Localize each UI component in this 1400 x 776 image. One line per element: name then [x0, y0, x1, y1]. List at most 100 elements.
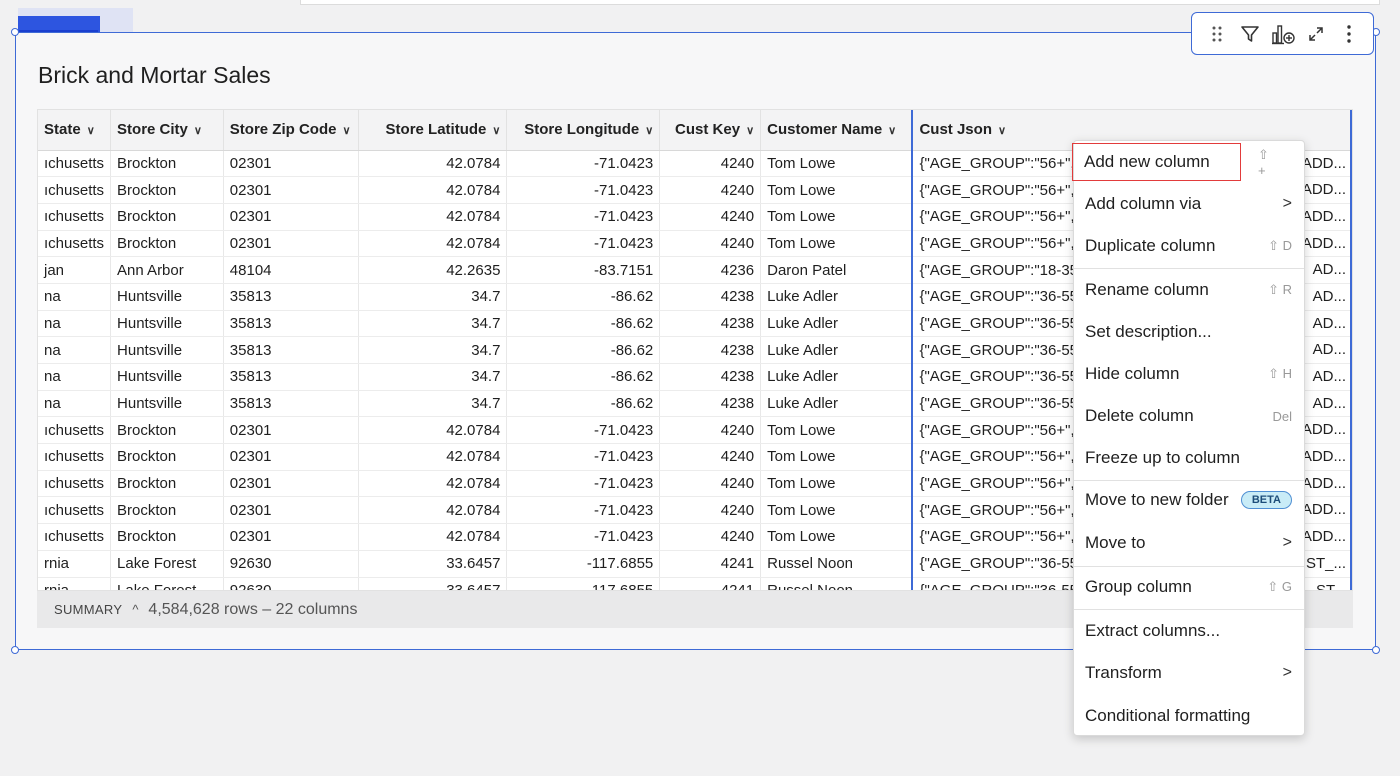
chevron-down-icon[interactable]: ∨: [87, 125, 95, 137]
table-cell[interactable]: -86.62: [506, 363, 661, 391]
menu-item-group-column[interactable]: Group column ⇧ G: [1074, 569, 1304, 605]
table-cell[interactable]: -86.62: [506, 283, 661, 311]
table-cell[interactable]: -86.62: [506, 336, 661, 364]
table-cell[interactable]: 02301: [223, 443, 359, 471]
table-cell[interactable]: na: [38, 310, 112, 338]
table-cell[interactable]: -117.6855: [506, 577, 661, 590]
table-cell[interactable]: Lake Forest: [110, 577, 224, 590]
table-cell[interactable]: ıchusetts: [38, 176, 112, 204]
resize-handle-bl[interactable]: [11, 646, 19, 654]
menu-item-transform[interactable]: Transform >: [1074, 655, 1304, 691]
table-cell[interactable]: 02301: [223, 176, 359, 204]
table-cell[interactable]: 4236: [659, 256, 762, 284]
table-cell[interactable]: 33.6457: [358, 577, 508, 590]
table-cell[interactable]: Huntsville: [110, 336, 224, 364]
table-cell[interactable]: 42.0784: [358, 203, 508, 231]
table-cell[interactable]: na: [38, 336, 112, 364]
menu-item-set-description[interactable]: Set description...: [1074, 314, 1304, 350]
table-cell[interactable]: ıchusetts: [38, 230, 112, 258]
table-cell[interactable]: Luke Adler: [760, 390, 913, 418]
chevron-down-icon[interactable]: ∨: [888, 125, 896, 137]
table-cell[interactable]: na: [38, 363, 112, 391]
table-cell[interactable]: ıchusetts: [38, 203, 112, 231]
table-cell[interactable]: 35813: [223, 310, 359, 338]
table-cell[interactable]: 02301: [223, 230, 359, 258]
table-cell[interactable]: 02301: [223, 150, 359, 178]
table-cell[interactable]: 33.6457: [358, 550, 508, 578]
table-cell[interactable]: 34.7: [358, 336, 508, 364]
chevron-down-icon[interactable]: ∨: [342, 125, 350, 137]
add-chart-icon[interactable]: [1269, 20, 1297, 48]
table-cell[interactable]: 34.7: [358, 283, 508, 311]
table-cell[interactable]: Daron Patel: [760, 256, 913, 284]
table-cell[interactable]: 42.0784: [358, 496, 508, 525]
table-cell[interactable]: 42.0784: [358, 523, 508, 551]
table-cell[interactable]: Tom Lowe: [760, 203, 913, 231]
table-cell[interactable]: Tom Lowe: [760, 416, 913, 445]
table-cell[interactable]: Tom Lowe: [760, 523, 913, 551]
column-header-store-longitude[interactable]: Store Longitude ∨: [506, 110, 661, 151]
table-cell[interactable]: Brockton: [110, 416, 224, 445]
menu-item-add-new-column[interactable]: Add new column ⇧ +: [1072, 143, 1269, 181]
table-cell[interactable]: na: [38, 283, 112, 311]
table-cell[interactable]: Brockton: [110, 496, 224, 525]
chevron-down-icon[interactable]: ∨: [194, 125, 202, 137]
table-cell[interactable]: 4241: [659, 550, 762, 578]
table-cell[interactable]: -71.0423: [506, 203, 661, 231]
table-cell[interactable]: Tom Lowe: [760, 230, 913, 258]
table-cell[interactable]: rnia: [38, 577, 112, 590]
table-cell[interactable]: 34.7: [358, 310, 508, 338]
table-cell[interactable]: ıchusetts: [38, 523, 112, 551]
table-cell[interactable]: Brockton: [110, 470, 224, 498]
menu-item-rename-column[interactable]: Rename column ⇧ R: [1074, 272, 1304, 308]
table-cell[interactable]: 42.0784: [358, 176, 508, 204]
table-cell[interactable]: Luke Adler: [760, 336, 913, 364]
table-cell[interactable]: 42.0784: [358, 470, 508, 498]
table-cell[interactable]: 02301: [223, 523, 359, 551]
tab-indicator[interactable]: [18, 8, 133, 34]
table-cell[interactable]: Huntsville: [110, 310, 224, 338]
table-cell[interactable]: Brockton: [110, 230, 224, 258]
table-cell[interactable]: 42.0784: [358, 443, 508, 471]
table-cell[interactable]: 4240: [659, 176, 762, 204]
table-cell[interactable]: -71.0423: [506, 176, 661, 204]
filter-icon[interactable]: [1236, 20, 1264, 48]
table-cell[interactable]: Tom Lowe: [760, 176, 913, 204]
table-cell[interactable]: 35813: [223, 363, 359, 391]
table-cell[interactable]: 92630: [223, 577, 359, 590]
table-cell[interactable]: ıchusetts: [38, 150, 112, 178]
expand-icon[interactable]: [1302, 20, 1330, 48]
table-cell[interactable]: ıchusetts: [38, 443, 112, 471]
column-header-customer-name[interactable]: Customer Name ∨: [760, 110, 913, 151]
menu-item-duplicate-column[interactable]: Duplicate column ⇧ D: [1074, 228, 1304, 264]
resize-handle-tl[interactable]: [11, 28, 19, 36]
table-cell[interactable]: Tom Lowe: [760, 443, 913, 471]
menu-item-extract-columns[interactable]: Extract columns...: [1074, 613, 1304, 649]
table-cell[interactable]: 42.0784: [358, 150, 508, 178]
chevron-down-icon[interactable]: ∨: [492, 125, 500, 137]
table-cell[interactable]: ıchusetts: [38, 496, 112, 525]
table-cell[interactable]: -83.7151: [506, 256, 661, 284]
table-cell[interactable]: Tom Lowe: [760, 470, 913, 498]
table-cell[interactable]: 35813: [223, 336, 359, 364]
table-cell[interactable]: 02301: [223, 470, 359, 498]
table-cell[interactable]: 4238: [659, 283, 762, 311]
column-header-cust-key[interactable]: Cust Key ∨: [659, 110, 762, 151]
table-cell[interactable]: 35813: [223, 283, 359, 311]
table-cell[interactable]: Huntsville: [110, 363, 224, 391]
element-title[interactable]: Brick and Mortar Sales: [38, 62, 271, 89]
table-cell[interactable]: 4240: [659, 203, 762, 231]
table-cell[interactable]: ıchusetts: [38, 470, 112, 498]
table-cell[interactable]: Luke Adler: [760, 310, 913, 338]
table-cell[interactable]: Russel Noon: [760, 550, 913, 578]
table-cell[interactable]: rnia: [38, 550, 112, 578]
table-cell[interactable]: 02301: [223, 416, 359, 445]
table-cell[interactable]: -71.0423: [506, 150, 661, 178]
chevron-up-icon[interactable]: ^: [132, 602, 138, 617]
table-cell[interactable]: 02301: [223, 203, 359, 231]
table-cell[interactable]: Brockton: [110, 176, 224, 204]
table-cell[interactable]: Luke Adler: [760, 363, 913, 391]
table-cell[interactable]: 42.2635: [358, 256, 508, 284]
table-cell[interactable]: Lake Forest: [110, 550, 224, 578]
column-header-state[interactable]: State ∨: [38, 110, 112, 151]
